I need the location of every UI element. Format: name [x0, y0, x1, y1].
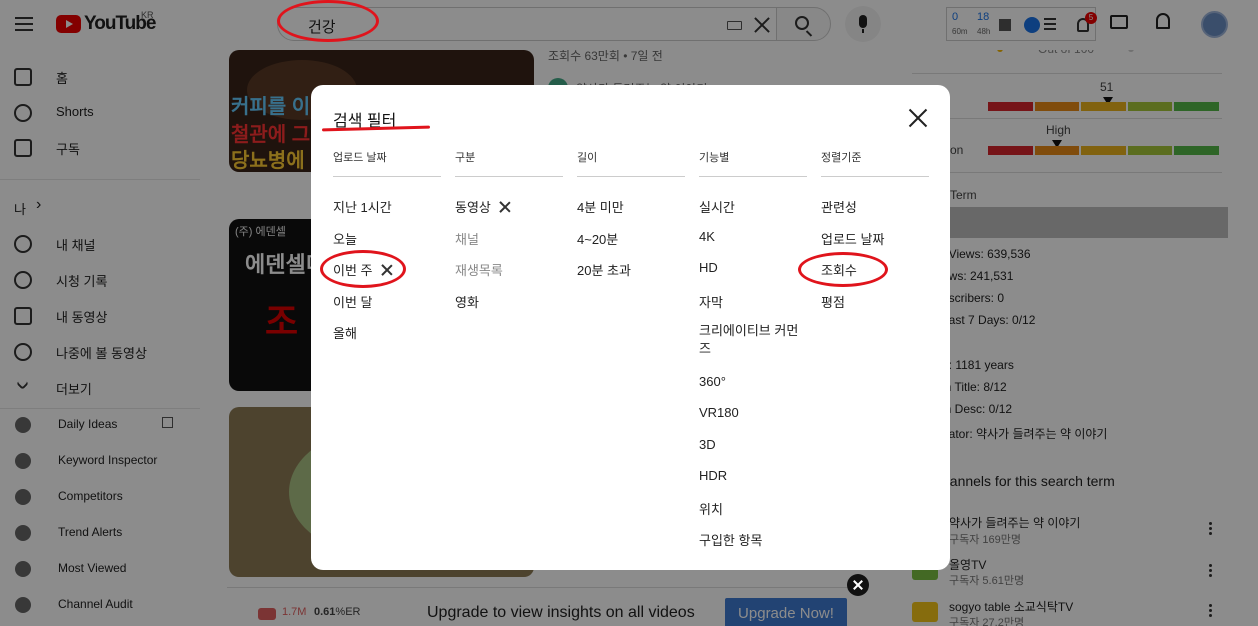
filter-option-disabled: 재생목록 — [455, 263, 503, 278]
filter-option-disabled: 채널 — [455, 232, 479, 247]
filter-column-duration: 길이 4분 미만 4~20분 20분 초과 — [577, 147, 685, 278]
filter-option[interactable]: 업로드 날짜 — [821, 229, 884, 248]
filter-option[interactable]: 4K — [699, 229, 715, 244]
filter-option[interactable]: 360° — [699, 374, 726, 389]
filter-option[interactable]: 이번 달 — [333, 292, 373, 311]
filter-option[interactable]: 3D — [699, 437, 716, 452]
filter-column-type: 구분 동영상 채널 재생목록 영화 — [455, 147, 563, 310]
annotation-circle-view-count — [798, 252, 888, 287]
filter-option[interactable]: 4분 미만 — [577, 197, 624, 216]
filter-column-features: 기능별 실시간 4K HD 자막 크리에이티브 커먼즈 360° VR180 3… — [699, 147, 807, 548]
filter-column-sort-by: 정렬기준 관련성 업로드 날짜 조회수 평점 — [821, 147, 929, 310]
filter-option[interactable]: 구입한 항목 — [699, 530, 762, 549]
filter-option[interactable]: 오늘 — [333, 229, 357, 248]
filter-column-upload-date: 업로드 날짜 지난 1시간 오늘 이번 주 이번 달 올해 — [333, 147, 441, 341]
column-header: 구분 — [455, 147, 563, 177]
annotation-circle-search — [277, 0, 379, 42]
close-banner-icon[interactable] — [847, 574, 869, 596]
column-header: 기능별 — [699, 147, 807, 177]
filter-option[interactable]: 관련성 — [821, 197, 857, 216]
column-header: 정렬기준 — [821, 147, 929, 177]
filter-option[interactable]: 위치 — [699, 499, 723, 518]
filter-option[interactable]: 지난 1시간 — [333, 197, 392, 216]
column-header: 길이 — [577, 147, 685, 177]
filter-option[interactable]: 평점 — [821, 292, 845, 311]
annotation-circle-this-week — [320, 250, 406, 288]
filter-option[interactable]: 20분 초과 — [577, 260, 631, 279]
filter-option[interactable]: 크리에이티브 커먼즈 — [699, 322, 807, 358]
filter-option[interactable]: 올해 — [333, 323, 357, 342]
filter-option[interactable]: 영화 — [455, 292, 479, 311]
filter-option[interactable]: 실시간 — [699, 197, 735, 216]
filter-option[interactable]: VR180 — [699, 405, 739, 420]
close-dialog-icon[interactable] — [908, 108, 928, 128]
filter-option[interactable]: HD — [699, 260, 718, 275]
filter-option[interactable]: 자막 — [699, 292, 723, 311]
filter-option[interactable]: 4~20분 — [577, 229, 618, 248]
remove-filter-icon[interactable] — [499, 201, 511, 213]
filter-option-label: 동영상 — [455, 200, 491, 215]
column-header: 업로드 날짜 — [333, 147, 441, 177]
search-filter-dialog: 검색 필터 업로드 날짜 지난 1시간 오늘 이번 주 이번 달 올해 구분 동… — [311, 85, 950, 570]
filter-option[interactable]: HDR — [699, 468, 727, 483]
filter-option-selected[interactable]: 동영상 — [455, 197, 511, 216]
